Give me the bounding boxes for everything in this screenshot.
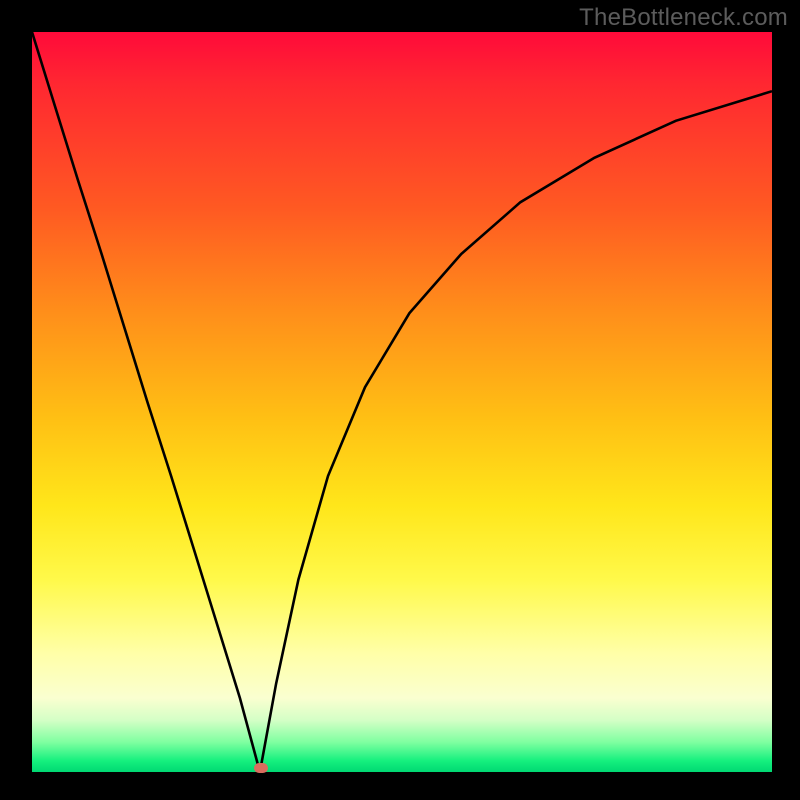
minimum-marker bbox=[254, 763, 268, 773]
bottleneck-curve bbox=[32, 32, 772, 772]
curve-path bbox=[32, 32, 772, 772]
plot-area bbox=[32, 32, 772, 772]
watermark-text: TheBottleneck.com bbox=[579, 4, 788, 32]
chart-frame: TheBottleneck.com bbox=[0, 0, 800, 800]
